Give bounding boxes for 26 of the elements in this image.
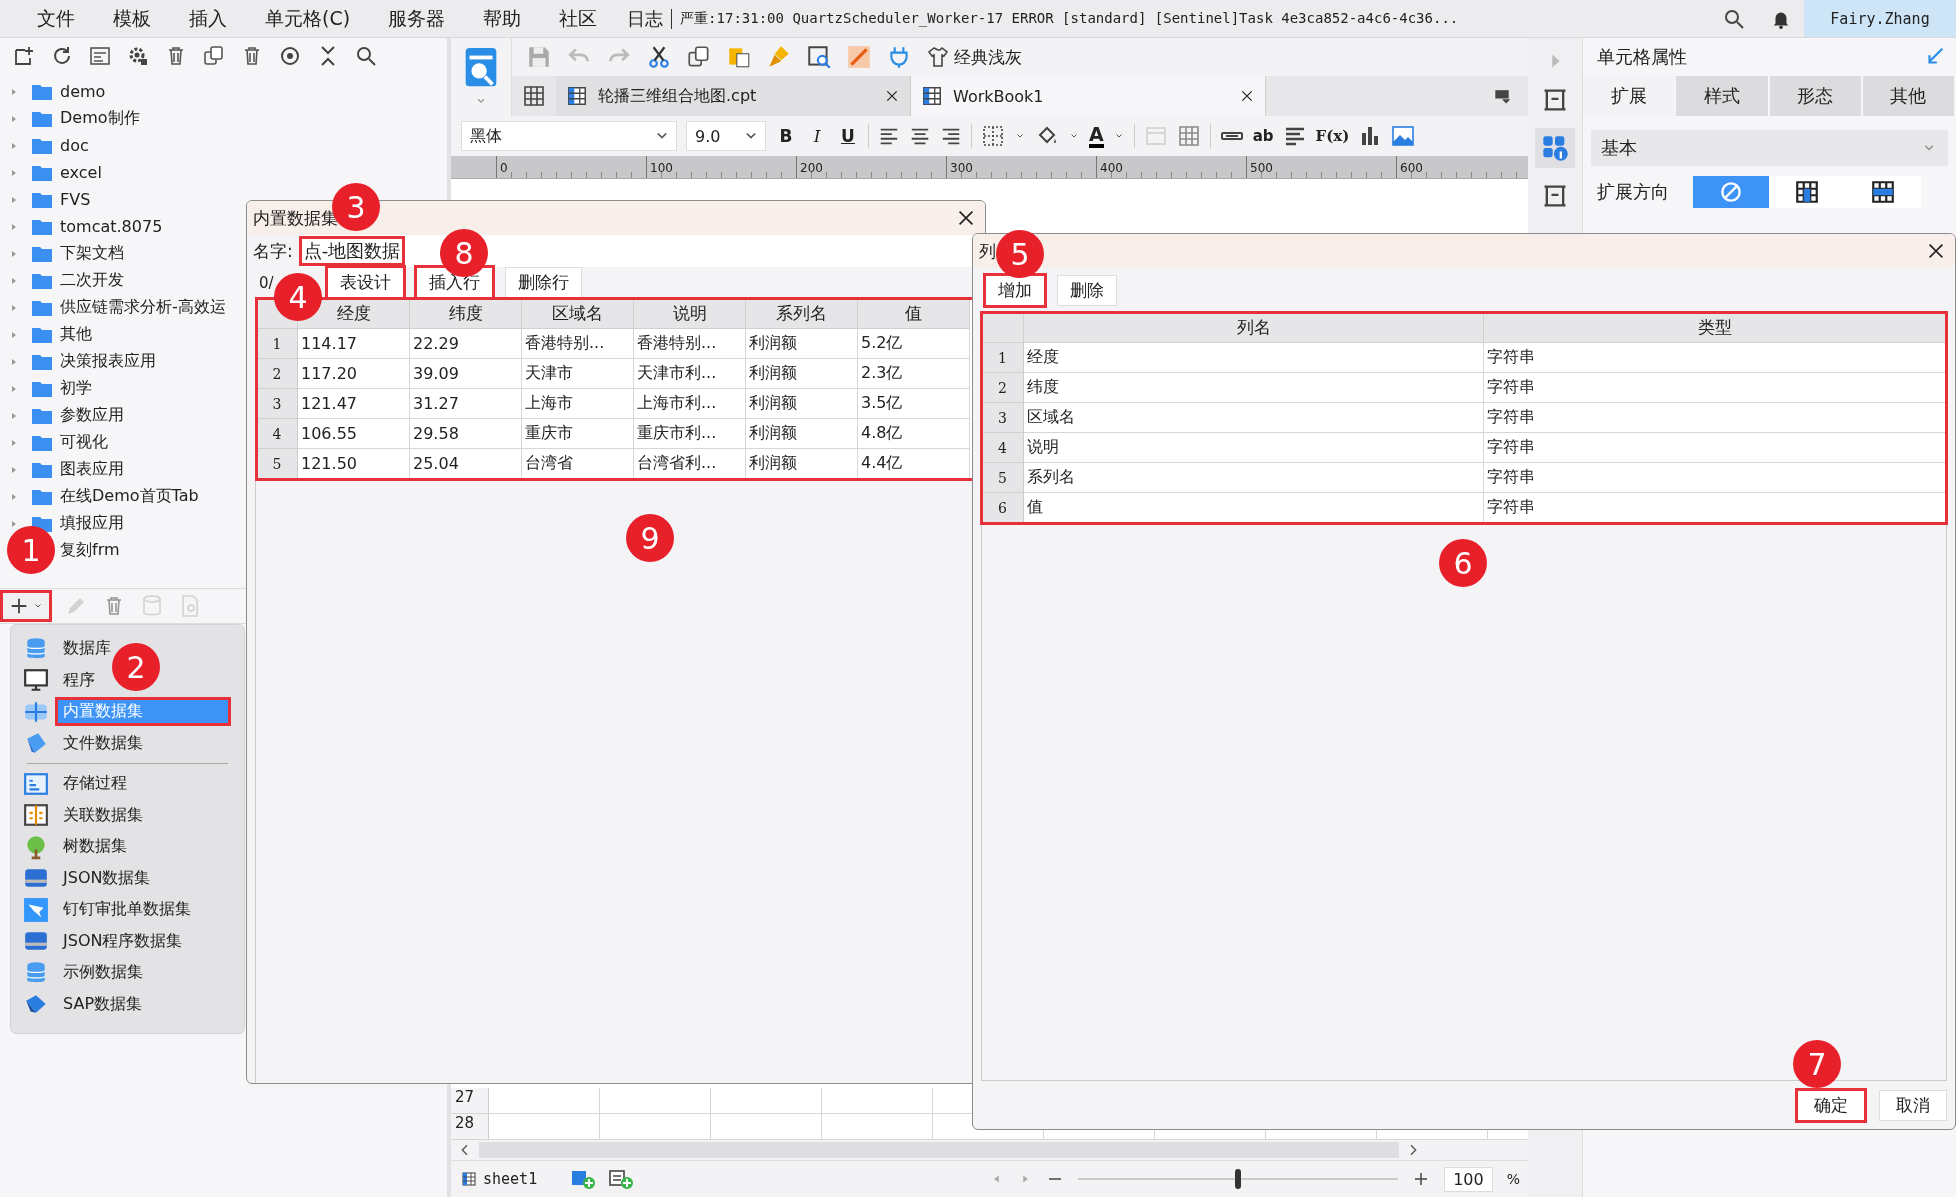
row-number: 4 <box>257 419 298 449</box>
ruler-label: 100 <box>649 161 673 175</box>
row-number: 1 <box>982 343 1024 373</box>
field-label: 扩展方向 <box>1597 180 1669 204</box>
row-number: 2 <box>257 359 298 389</box>
ruler-label: 400 <box>1099 161 1123 175</box>
row-number: 6 <box>982 493 1024 523</box>
ruler-label: 600 <box>1399 161 1423 175</box>
row-number: 27 <box>451 1088 489 1113</box>
panel-title: 单元格属性 <box>1597 45 1687 69</box>
field-label: 名字: <box>253 239 293 263</box>
zoom-unit: % <box>1506 1171 1520 1187</box>
row-counter: 0/ <box>259 273 275 292</box>
log-message: 严重:17:31:00 QuartzScheduler_Worker-17 ERROR [standard] [Sentinel]Task 4e3ca852-a4c6-4c36... <box>680 9 1459 28</box>
row-number: 3 <box>257 389 298 419</box>
ruler-label: 500 <box>1249 161 1273 175</box>
row-number: 28 <box>451 1114 489 1139</box>
row-number: 5 <box>257 449 298 479</box>
row-number: 1 <box>257 329 298 359</box>
row-number: 2 <box>982 373 1024 403</box>
ruler-label: 200 <box>799 161 823 175</box>
row-number: 5 <box>982 463 1024 493</box>
row-number: 4 <box>982 433 1024 463</box>
ruler-label: 300 <box>949 161 973 175</box>
row-number: 3 <box>982 403 1024 433</box>
ruler-label: 0 <box>499 161 508 175</box>
